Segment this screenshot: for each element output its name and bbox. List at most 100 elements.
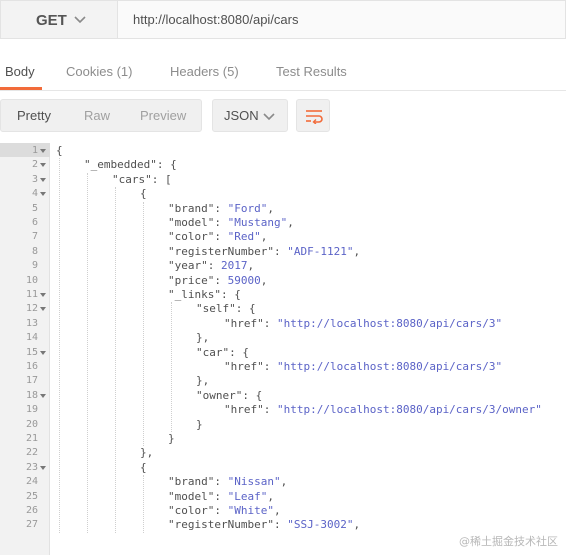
string-token: "SSJ-3002" — [287, 518, 354, 532]
punctuation-token: : — [214, 273, 228, 287]
line-number: 15 — [25, 346, 38, 358]
code-line: 5 "brand": "Ford", — [0, 202, 566, 216]
punctuation-token: , — [267, 201, 274, 215]
punctuation-token: } — [196, 417, 203, 431]
key-token: "color" — [168, 504, 215, 517]
number-token: 2017 — [221, 259, 248, 273]
code-line: 6 "model": "Mustang", — [0, 216, 566, 230]
fold-arrow-icon[interactable] — [40, 149, 46, 153]
punctuation-token: : — [214, 201, 228, 215]
tab-label: Body — [5, 64, 35, 79]
string-token: "http://localhost:8080/api/cars/3" — [277, 360, 503, 373]
wrap-lines-button[interactable] — [296, 99, 330, 132]
punctuation-token: }, — [196, 374, 210, 388]
string-token: "http://localhost:8080/api/cars/3" — [277, 316, 503, 330]
code-line: 11 "_links": { — [0, 288, 566, 302]
code-line: 10 "price": 59000, — [0, 274, 566, 288]
view-pretty-button[interactable]: Pretty — [17, 108, 51, 123]
key-token: "href" — [224, 316, 264, 330]
code-line: 17}, — [0, 374, 566, 388]
fold-arrow-icon[interactable] — [40, 177, 46, 182]
string-token: "Red" — [227, 230, 261, 244]
tab-label: Headers — [170, 64, 220, 79]
format-label: JSON — [224, 108, 259, 123]
code-text: "_embedded": { — [84, 158, 177, 172]
code-line: 18 "owner": { — [0, 389, 566, 403]
line-number: 21 — [25, 433, 38, 444]
punctuation-token: : — [214, 216, 228, 229]
code-text: "price": 59000, — [168, 274, 267, 288]
view-preview-button[interactable]: Preview — [140, 108, 186, 123]
tab-headers[interactable]: Headers (5) — [170, 64, 239, 79]
code-line: 24 "brand": "Nissan", — [0, 475, 566, 489]
punctuation-token: , — [247, 259, 255, 273]
fold-arrow-icon[interactable] — [40, 465, 46, 470]
code-line: 26 "color": "White", — [0, 504, 566, 518]
code-text: { — [140, 461, 147, 475]
method-select[interactable]: GET — [0, 0, 118, 39]
fold-arrow-icon[interactable] — [40, 163, 46, 168]
line-number: 19 — [25, 404, 38, 416]
method-label: GET — [36, 12, 67, 29]
punctuation-token: : — [273, 244, 288, 258]
tab-test-results[interactable]: Test Results — [276, 64, 347, 79]
watermark: @稀土掘金技术社区 — [459, 535, 558, 548]
line-number: 27 — [25, 519, 38, 531]
line-number: 10 — [25, 274, 38, 286]
tab-body[interactable]: Body — [5, 64, 35, 79]
key-token: "_embedded" — [84, 158, 157, 172]
punctuation-token: : { — [242, 388, 263, 402]
punctuation-token: { — [140, 460, 147, 474]
string-token: "Nissan" — [227, 475, 281, 489]
code-line: 14}, — [0, 331, 566, 345]
code-text: "brand": "Ford", — [168, 202, 274, 216]
code-text: }, — [196, 374, 209, 388]
string-token: "Ford" — [227, 201, 268, 215]
line-number: 26 — [25, 505, 38, 516]
tab-label: Test Results — [276, 64, 347, 79]
line-number: 2 — [31, 159, 38, 171]
code-text: }, — [140, 446, 153, 460]
punctuation-token: , — [273, 504, 281, 517]
code-text: { — [140, 187, 147, 201]
url-input[interactable]: http://localhost:8080/api/cars — [118, 0, 566, 39]
code-line: 16 "href": "http://localhost:8080/api/car… — [0, 360, 566, 374]
code-text: "href": "http://localhost:8080/api/cars/… — [224, 317, 502, 331]
line-number: 13 — [25, 317, 38, 329]
key-token: "brand" — [168, 201, 215, 215]
key-token: "cars" — [112, 172, 152, 186]
view-mode-group: Pretty Raw Preview — [0, 99, 202, 132]
code-text: "href": "http://localhost:8080/api/cars/… — [224, 360, 502, 374]
code-text: } — [168, 432, 175, 446]
format-select[interactable]: JSON — [212, 99, 288, 132]
code-line: 15 "car": { — [0, 346, 566, 360]
punctuation-token: , — [260, 273, 268, 287]
string-token: "White" — [227, 504, 274, 517]
active-tab-indicator — [0, 87, 42, 90]
code-line: 9 "year": 2017, — [0, 259, 566, 273]
code-text: "owner": { — [196, 389, 262, 403]
punctuation-token: : { — [235, 302, 256, 316]
code-line: 12 "self": { — [0, 302, 566, 316]
string-token: "Leaf" — [227, 489, 268, 503]
view-raw-button[interactable]: Raw — [84, 108, 110, 123]
code-text: "cars": [ — [112, 173, 172, 187]
response-body-editor[interactable]: 1{2 "_embedded": {3 "cars": [4{5 "brand": "… — [0, 143, 566, 555]
fold-arrow-icon[interactable] — [40, 307, 46, 312]
fold-arrow-icon[interactable] — [40, 393, 46, 398]
key-token: "price" — [168, 273, 215, 287]
punctuation-token: : { — [220, 288, 241, 301]
wrap-lines-icon — [306, 110, 323, 124]
string-token: "Mustang" — [227, 216, 288, 229]
tab-cookies[interactable]: Cookies (1) — [66, 64, 132, 79]
tab-count: (1) — [116, 64, 133, 79]
key-token: "_links" — [168, 288, 221, 301]
fold-arrow-icon[interactable] — [40, 192, 46, 197]
fold-arrow-icon[interactable] — [40, 350, 46, 355]
fold-arrow-icon[interactable] — [40, 293, 46, 297]
punctuation-token: : — [214, 489, 228, 503]
line-number: 7 — [31, 231, 38, 243]
code-line: 27 "registerNumber": "SSJ-3002", — [0, 518, 566, 532]
punctuation-token: : — [273, 518, 288, 532]
code-text: "year": 2017, — [168, 259, 254, 273]
